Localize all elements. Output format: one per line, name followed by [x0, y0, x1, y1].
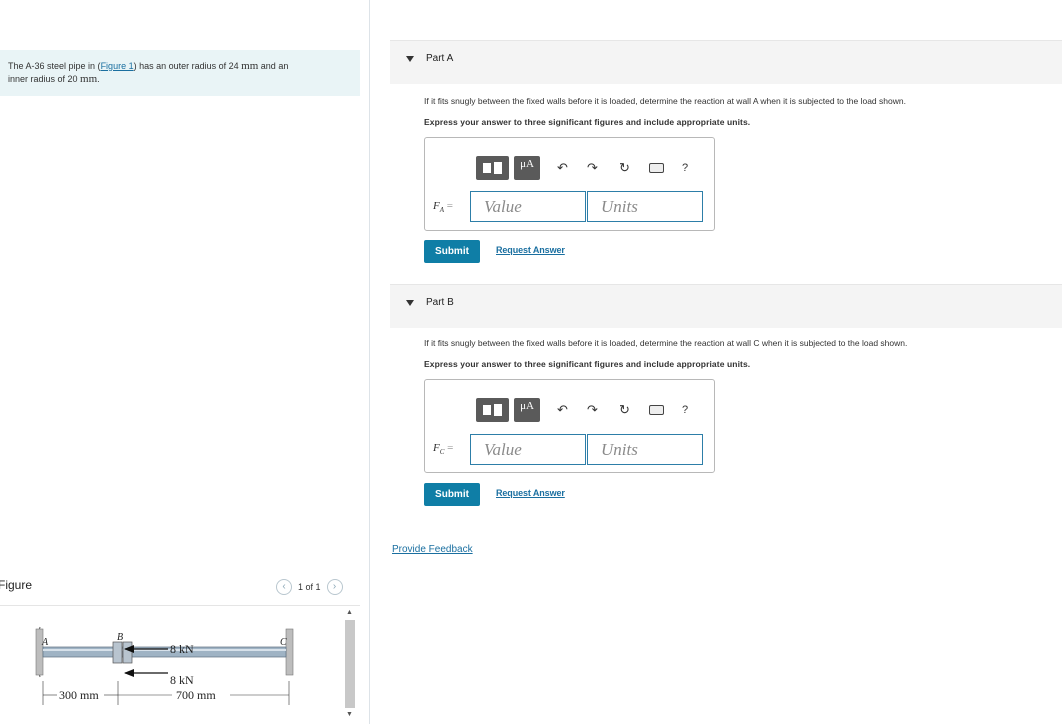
point-c-label: C — [280, 637, 287, 648]
provide-feedback-link[interactable]: Provide Feedback — [392, 544, 473, 555]
templates-icon[interactable] — [476, 156, 509, 180]
part-a-answer-box: μA ↶ ↷ ↻ ? FA = Value Units — [424, 137, 715, 231]
help-icon[interactable]: ? — [682, 398, 688, 422]
units-input[interactable]: Units — [587, 434, 703, 465]
load-arrowhead-2 — [124, 669, 134, 677]
figure-link[interactable]: Figure 1 — [101, 61, 134, 71]
submit-button[interactable]: Submit — [424, 240, 480, 263]
point-b-label: B — [117, 632, 123, 643]
part-b-title: Part B — [426, 297, 454, 308]
part-a-title: Part A — [426, 53, 454, 64]
request-answer-link[interactable]: Request Answer — [496, 488, 565, 498]
value-input[interactable]: Value — [470, 191, 586, 222]
part-a-instructions: Express your answer to three significant… — [424, 117, 751, 127]
part-b-answer-box: μA ↶ ↷ ↻ ? FC = Value Units — [424, 379, 715, 473]
scroll-up-icon[interactable]: ▲ — [346, 609, 353, 616]
request-answer-link[interactable]: Request Answer — [496, 245, 565, 255]
load-label-1: 8 kN — [170, 642, 194, 656]
reset-icon[interactable]: ↻ — [619, 156, 630, 180]
part-a-question: If it fits snugly between the fixed wall… — [424, 96, 906, 106]
templates-icon[interactable] — [476, 398, 509, 422]
dim-label-1: 300 mm — [59, 688, 99, 702]
point-a-label: A — [41, 637, 49, 648]
redo-icon[interactable]: ↷ — [587, 156, 598, 180]
caret-down-icon[interactable] — [406, 56, 414, 62]
keyboard-icon[interactable] — [649, 405, 664, 415]
keyboard-icon[interactable] — [649, 163, 664, 173]
dim-label-2: 700 mm — [176, 688, 216, 702]
units-icon[interactable]: μA — [514, 398, 540, 422]
value-input[interactable]: Value — [470, 434, 586, 465]
wall-a-plate — [35, 628, 44, 676]
problem-text: The A-36 steel pipe in ( — [8, 61, 101, 71]
units-input[interactable]: Units — [587, 191, 703, 222]
caret-down-icon[interactable] — [406, 300, 414, 306]
redo-icon[interactable]: ↷ — [587, 398, 598, 422]
reset-icon[interactable]: ↻ — [619, 398, 630, 422]
submit-button[interactable]: Submit — [424, 483, 480, 506]
scrollbar-thumb[interactable] — [345, 620, 355, 708]
collar-b — [112, 641, 123, 664]
undo-icon[interactable]: ↶ — [557, 398, 568, 422]
figure-pager: ‹ 1 of 1 › — [276, 579, 343, 595]
part-b-header[interactable]: Part B — [390, 284, 1062, 328]
load-label-2: 8 kN — [170, 673, 194, 687]
figure-title: Figure — [0, 578, 33, 592]
var-label-fa: FA = — [433, 200, 453, 215]
collar-b-rear — [122, 641, 133, 664]
chevron-left-icon[interactable]: ‹ — [276, 579, 292, 595]
undo-icon[interactable]: ↶ — [557, 156, 568, 180]
part-a-header[interactable]: Part A — [390, 40, 1062, 84]
chevron-right-icon[interactable]: › — [326, 579, 343, 595]
figure-divider — [0, 605, 360, 606]
scroll-down-icon[interactable]: ▼ — [346, 711, 353, 718]
pipe-diagram: 8 kN 8 kN A B C 300 mm 700 mm — [35, 626, 294, 705]
var-label-fc: FC = — [433, 442, 454, 457]
units-icon[interactable]: μA — [514, 156, 540, 180]
column-divider — [369, 0, 370, 724]
part-b-question: If it fits snugly between the fixed wall… — [424, 338, 908, 348]
help-icon[interactable]: ? — [682, 156, 688, 180]
problem-statement: The A-36 steel pipe in (Figure 1) has an… — [0, 50, 360, 96]
wall-c-plate — [285, 628, 294, 676]
part-b-instructions: Express your answer to three significant… — [424, 359, 751, 369]
pager-count: 1 of 1 — [298, 582, 321, 592]
